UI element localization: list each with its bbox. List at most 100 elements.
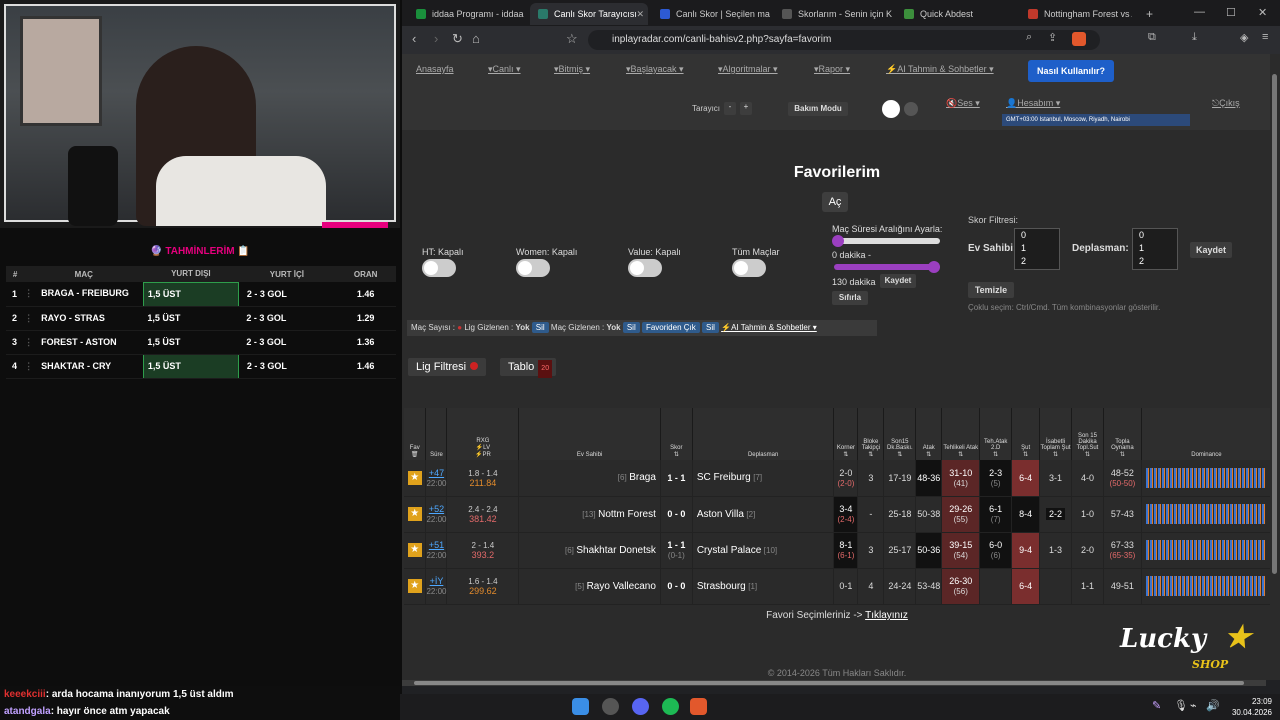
tab-nottingham[interactable]: Nottingham Forest vs Ast <box>1020 3 1132 25</box>
menu-canli[interactable]: ▾Canlı ▾ <box>488 64 521 75</box>
wallet-icon[interactable]: ◈ <box>1240 31 1248 44</box>
menu-ai[interactable]: ⚡AI Tahmin & Sohbetler ▾ <box>886 64 994 75</box>
reset-button[interactable]: Sıfırla <box>832 291 868 305</box>
vertical-scrollbar[interactable] <box>1270 54 1280 680</box>
unhide-match-button[interactable]: Sil <box>622 322 640 333</box>
bookmark-icon[interactable]: ☆ <box>566 31 578 47</box>
tab-secilen[interactable]: Canlı Skor | Seçilen maçl <box>652 3 770 25</box>
star-icon[interactable]: ★ <box>407 470 422 485</box>
sut-cell: 8-4 <box>1011 496 1041 533</box>
menu-icon[interactable]: ≡ <box>1262 31 1268 43</box>
pen-icon[interactable]: ✎ <box>1152 699 1161 712</box>
system-clock[interactable]: 23:09 30.04.2026 <box>1232 696 1272 718</box>
brave-shield-icon[interactable] <box>1072 32 1086 46</box>
theme-light-icon[interactable] <box>882 100 900 118</box>
menu-rapor[interactable]: ▾Rapor ▾ <box>814 64 850 75</box>
timezone-select[interactable]: GMT+03:00 Istanbul, Moscow, Riyadh, Nair… <box>1002 114 1190 126</box>
star-icon[interactable]: ★ <box>407 507 422 521</box>
reload-icon[interactable]: ↻ <box>452 31 463 47</box>
sut-cell: 6-4 <box>1011 460 1041 497</box>
value-toggle[interactable] <box>628 259 662 277</box>
menu-baslayacak[interactable]: ▾Başlayacak ▾ <box>626 64 684 75</box>
save-score-button[interactable]: Kaydet <box>1190 242 1232 258</box>
zoom-icon[interactable]: ⌕ <box>1026 31 1032 44</box>
url-input[interactable]: inplayradar.com/canli-bahisv2.php?sayfa=… <box>588 30 1100 50</box>
maintenance-button[interactable]: Bakım Modu <box>788 102 848 116</box>
zoom-plus-button[interactable]: + <box>740 102 752 115</box>
all-matches-toggle[interactable] <box>732 259 766 277</box>
table-button[interactable]: Tablo 20 <box>500 358 556 378</box>
home-icon[interactable]: ⌂ <box>472 31 480 46</box>
spotify-icon[interactable] <box>662 698 679 715</box>
star-icon[interactable]: ★ <box>407 579 422 593</box>
maximize-icon[interactable]: ☐ <box>1226 6 1236 19</box>
theme-dark-icon[interactable] <box>904 102 918 116</box>
horizontal-scrollbar[interactable] <box>402 680 1266 686</box>
fav-cell[interactable]: ★ <box>404 496 427 533</box>
women-toggle[interactable] <box>516 259 550 277</box>
min-slider-thumb[interactable] <box>832 235 844 247</box>
row-yurt-ici: 2 - 3 GOL <box>238 306 336 331</box>
forward-icon[interactable]: › <box>434 31 438 46</box>
league-filter-button[interactable]: Lig Filtresi <box>408 358 486 376</box>
zoom-minus-button[interactable]: - <box>724 102 736 115</box>
wall-poster <box>20 16 102 126</box>
menu-anasayfa[interactable]: Anasayfa <box>416 64 454 74</box>
max-slider-thumb[interactable] <box>928 261 940 273</box>
match-row[interactable]: ★ +47 22:00 1.8 - 1.4 211.84 [6] Braga 1 -… <box>404 460 1272 497</box>
tab-iddaa[interactable]: iddaa Programı - iddaa B <box>408 3 526 25</box>
tab-canli-skor[interactable]: Canlı Skor Tarayıcısı ✕ <box>530 3 648 25</box>
network-icon[interactable]: ⌁ <box>1190 699 1197 712</box>
unhide-league-button[interactable]: Sil <box>531 322 549 333</box>
fav-cell[interactable]: ★ <box>404 568 427 605</box>
away-score-list[interactable]: 012 <box>1132 228 1178 270</box>
clear-favorites-button[interactable]: Sil <box>701 322 719 333</box>
remove-favorite-button[interactable]: Favoriden Çık <box>641 322 700 333</box>
fav-cell[interactable]: ★ <box>404 460 427 497</box>
new-tab-icon[interactable]: + <box>1146 7 1153 21</box>
brave-icon[interactable] <box>690 698 707 715</box>
clear-button[interactable]: Temizle <box>968 282 1014 298</box>
match-row[interactable]: ★ +İY 22:00 1.6 - 1.4 299.62 [5] Rayo Vall… <box>404 568 1272 605</box>
teh2d-cell: 2-3 (5) <box>979 460 1013 497</box>
home-cell: [6] Braga <box>518 460 661 497</box>
col-oran: ORAN <box>335 266 396 282</box>
click-here-link[interactable]: Tıklayınız <box>865 610 908 621</box>
tab-skorlarim[interactable]: Skorlarım - Senin için Kişi <box>774 3 892 25</box>
min-slider[interactable] <box>834 238 940 244</box>
close-icon[interactable]: ✕ <box>636 3 644 25</box>
menu-hesabim[interactable]: 👤Hesabım ▾ <box>1006 98 1060 109</box>
menu-bitmis[interactable]: ▾Bitmiş ▾ <box>554 64 590 75</box>
save-duration-button[interactable]: Kaydet <box>880 274 916 288</box>
discord-icon[interactable] <box>632 698 649 715</box>
menu-ses[interactable]: 🔇Ses ▾ <box>946 98 980 109</box>
chrome-icon[interactable] <box>602 698 619 715</box>
menu-cikis[interactable]: ⎋Çıkış <box>1212 98 1240 109</box>
max-slider[interactable] <box>834 264 940 270</box>
fav-cell[interactable]: ★ <box>404 532 427 569</box>
ai-menu[interactable]: ⚡AI Tahmin & Sohbetler ▾ <box>721 323 817 332</box>
topla-cell: 49-51 <box>1103 568 1142 605</box>
minimize-icon[interactable]: — <box>1194 6 1205 18</box>
windows-start-icon[interactable] <box>572 698 589 715</box>
match-row[interactable]: ★ +52 22:00 2.4 - 2.4 381.42 [13] Nottm Fo… <box>404 496 1272 533</box>
star-icon[interactable]: ★ <box>407 543 422 557</box>
col-fav: Fav 🗑 <box>404 408 427 460</box>
volume-icon[interactable]: 🔊 <box>1206 699 1220 712</box>
how-to-use-button[interactable]: Nasıl Kullanılır? <box>1028 60 1114 82</box>
menu-algoritmalar[interactable]: ▾Algoritmalar ▾ <box>718 64 778 75</box>
window-close-icon[interactable]: ✕ <box>1258 6 1267 19</box>
home-score-list[interactable]: 012 <box>1014 228 1060 270</box>
extensions-icon[interactable]: ⧉ <box>1148 31 1156 44</box>
chat-message: keeekciii: arda hocama inanıyorum 1,5 üs… <box>4 689 234 700</box>
match-row[interactable]: ★ +51 22:00 2 - 1.4 393.2 [6] Shakhtar Don… <box>404 532 1272 569</box>
mic-icon[interactable]: 🎙 <box>1174 699 1188 712</box>
open-button[interactable]: Aç <box>822 192 848 212</box>
sure-cell: +51 22:00 <box>425 532 448 569</box>
download-icon[interactable]: ⤓ <box>1192 31 1197 44</box>
tab-quick-abdest[interactable]: Quick Abdest <box>896 3 1014 25</box>
back-icon[interactable]: ‹ <box>412 31 416 46</box>
ht-toggle[interactable] <box>422 259 456 277</box>
share-icon[interactable]: ⇪ <box>1048 31 1057 44</box>
score-cell: 0 - 0 <box>660 496 693 533</box>
